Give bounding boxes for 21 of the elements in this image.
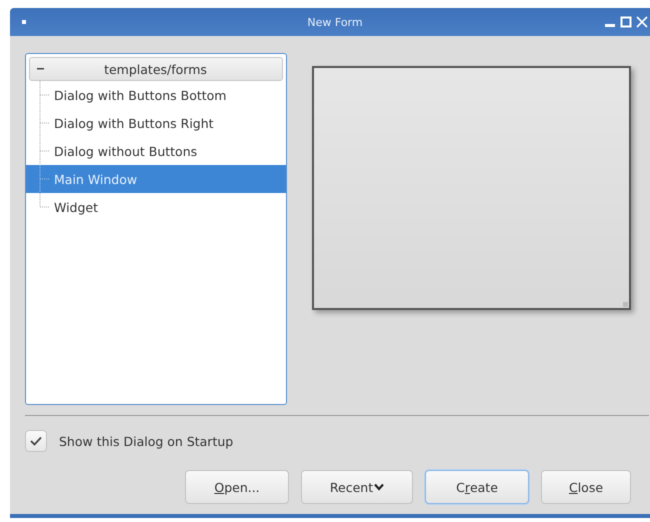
tree-item[interactable]: Dialog without Buttons — [26, 137, 286, 165]
tree-item[interactable]: Widget — [26, 193, 286, 221]
window-title: New Form — [307, 16, 363, 28]
tree-branch-icon — [39, 81, 49, 109]
tree-item[interactable]: Dialog with Buttons Bottom — [26, 81, 286, 109]
tree-folder-label: templates/forms — [103, 62, 208, 76]
dialog-button[interactable]: Close — [541, 470, 631, 504]
dialog-button[interactable]: Open... — [185, 470, 289, 504]
tree-branch-icon — [39, 109, 49, 137]
tree-header[interactable]: templates/forms — [29, 57, 283, 81]
close-icon[interactable] — [636, 16, 648, 28]
maximize-icon[interactable] — [620, 16, 632, 28]
checkbox[interactable] — [25, 430, 47, 452]
chevron-down-icon — [374, 483, 384, 491]
checkbox-label: Show this Dialog on Startup — [59, 434, 234, 448]
tree-branch-icon — [39, 137, 49, 165]
dialog-button[interactable]: Recent — [301, 470, 413, 504]
dialog-button[interactable]: Create — [425, 470, 529, 504]
tree-item[interactable]: Dialog with Buttons Right — [26, 109, 286, 137]
size-grip-icon[interactable] — [623, 302, 628, 307]
checkmark-icon — [30, 436, 42, 446]
